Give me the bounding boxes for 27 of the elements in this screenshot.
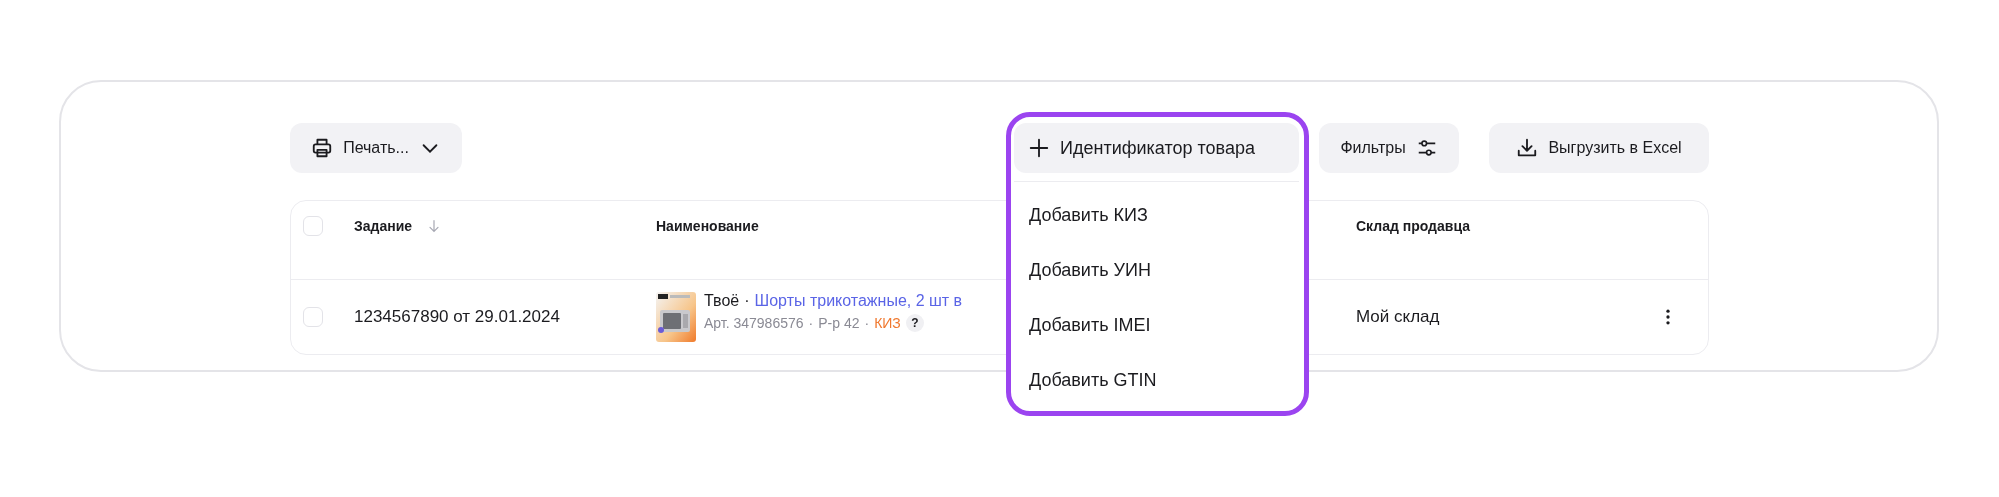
printer-icon: [311, 137, 334, 159]
menu-item[interactable]: Добавить GTIN: [1014, 353, 1299, 408]
row-checkbox[interactable]: [303, 307, 323, 327]
menu-item[interactable]: Добавить УИН: [1014, 243, 1299, 298]
product-link[interactable]: Шорты трикотажные, 2 шт в: [754, 292, 963, 310]
separator-dot: ·: [744, 292, 750, 310]
product-detail: Арт. 347986576: [704, 315, 804, 331]
separator-dot: ·: [864, 315, 870, 331]
export-button[interactable]: Выгрузить в Excel: [1489, 123, 1709, 173]
brand-name: Твоё: [704, 292, 740, 310]
plus-icon: [1028, 137, 1050, 159]
column-header[interactable]: Задание: [354, 217, 413, 234]
column-header[interactable]: Наименование: [656, 217, 759, 234]
help-badge[interactable]: ?: [905, 314, 924, 332]
filters-button[interactable]: Фильтры: [1319, 123, 1459, 173]
table-cell-text: 1234567890 от 29.01.2024: [354, 307, 561, 327]
select-all-checkbox[interactable]: [303, 215, 323, 236]
column-header[interactable]: Склад продавца: [1356, 217, 1470, 234]
identifier-button[interactable]: Идентификатор товара: [1014, 123, 1299, 173]
marking-tag: КИЗ: [874, 315, 901, 331]
menu-item[interactable]: Добавить КИЗ: [1014, 188, 1299, 243]
print-button[interactable]: Печать...: [290, 123, 462, 173]
menu-item[interactable]: Добавить IMEI: [1014, 298, 1299, 353]
table-cell-text: Мой склад: [1356, 307, 1441, 327]
product-detail: Р-р 42: [818, 315, 860, 331]
separator-dot: ·: [808, 315, 814, 331]
download-icon: [1516, 137, 1539, 159]
